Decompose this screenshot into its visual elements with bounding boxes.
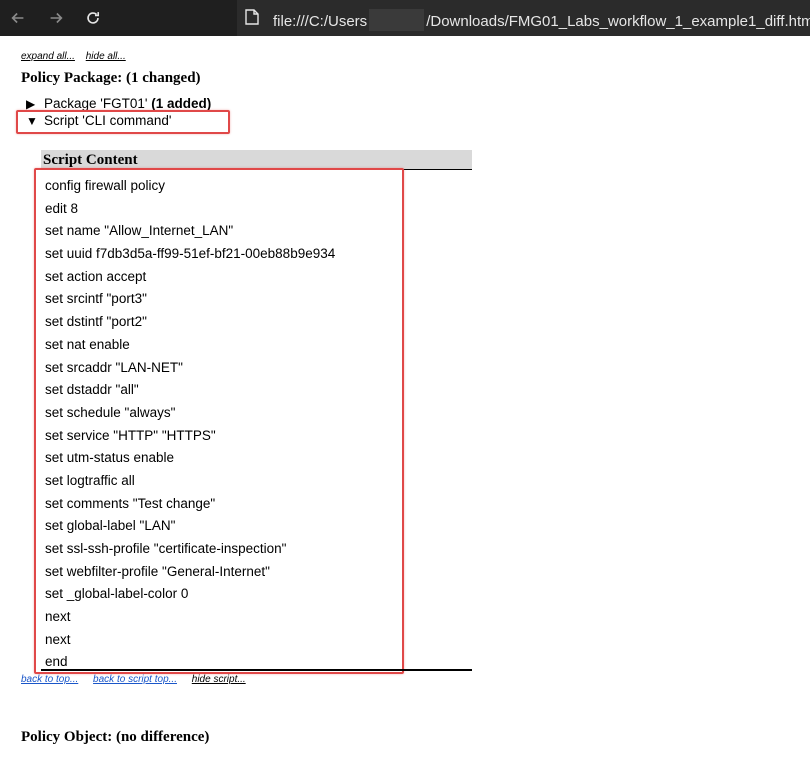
arrow-right-icon — [50, 12, 63, 24]
policy-package-title: Policy Package: (1 changed) — [21, 70, 201, 86]
browser-toolbar: file:///C:/Users/Downloads/FMG01_Labs_wo… — [0, 0, 810, 36]
package-row[interactable]: ▶ Package 'FGT01' (1 added) — [26, 96, 211, 111]
triangle-right-icon: ▶ — [26, 97, 36, 111]
package-badge: (1 added) — [151, 96, 212, 111]
back-button[interactable] — [4, 4, 32, 32]
reload-button[interactable] — [79, 4, 107, 32]
address-bar[interactable]: file:///C:/Users/Downloads/FMG01_Labs_wo… — [237, 0, 810, 36]
script-row-highlight — [16, 110, 230, 134]
back-to-top-link[interactable]: back to top... — [21, 674, 78, 685]
forward-button[interactable] — [42, 4, 70, 32]
redacted-username — [369, 9, 425, 31]
url-text: file:///C:/Users/Downloads/FMG01_Labs_wo… — [273, 9, 810, 31]
policy-object-title: Policy Object: (no difference) — [21, 729, 210, 745]
url-prefix: file:///C:/Users — [273, 13, 368, 30]
reload-icon — [87, 12, 100, 24]
hide-all-link[interactable]: hide all... — [86, 51, 126, 62]
script-content-header: Script Content — [41, 150, 472, 170]
file-icon — [245, 9, 259, 25]
package-label: Package 'FGT01' — [44, 96, 152, 111]
page-content: expand all... hide all... Policy Package… — [0, 36, 810, 763]
back-to-script-top-link[interactable]: back to script top... — [93, 674, 177, 685]
url-suffix: /Downloads/FMG01_Labs_workflow_1_example… — [426, 13, 810, 30]
script-bottom-rule — [41, 669, 472, 671]
bottom-links: back to top... back to script top... hid… — [21, 674, 258, 685]
arrow-left-icon — [11, 12, 24, 24]
expand-all-link[interactable]: expand all... — [21, 51, 75, 62]
script-content-highlight — [34, 168, 404, 674]
hide-script-link[interactable]: hide script... — [192, 674, 246, 685]
top-links: expand all... hide all... — [21, 51, 134, 62]
